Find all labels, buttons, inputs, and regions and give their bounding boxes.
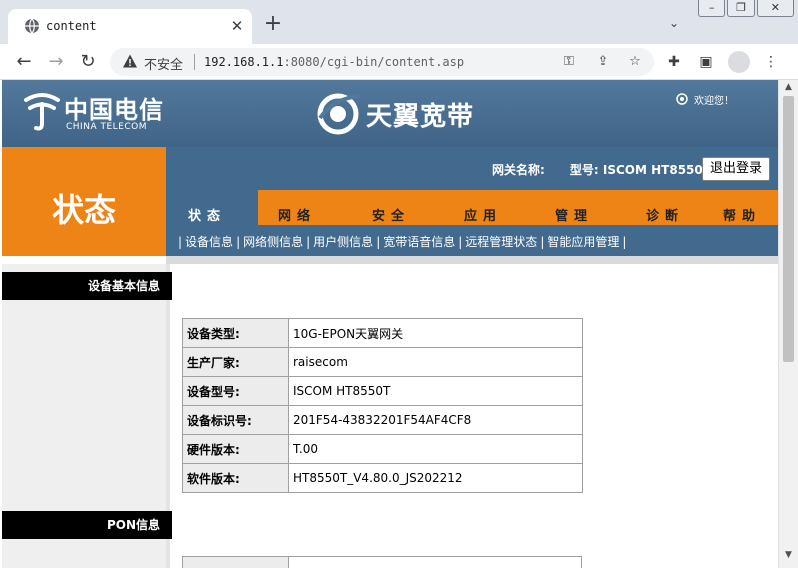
menu-kebab-icon[interactable]: ⋮ xyxy=(761,52,781,72)
url-path: :8080/cgi-bin/content.asp xyxy=(283,55,465,69)
address-bar[interactable]: 不安全 192.168.1.1:8080/cgi-bin/content.asp… xyxy=(110,48,654,76)
table-row: 设备型号: ISCOM HT8550T xyxy=(182,376,583,406)
subnav-user-info[interactable]: 用户侧信息 xyxy=(313,235,373,249)
china-telecom-logo: 中国电信 CHINA TELECOM xyxy=(20,86,170,142)
browser-tab-strip: content ✕ + ⌄ – ❐ ✕ xyxy=(0,0,798,44)
tab-diagnostics[interactable]: 诊断 xyxy=(646,205,684,224)
info-value: 10G-EPON天翼网关 xyxy=(288,318,583,348)
tianyi-mark-icon xyxy=(317,93,361,135)
sub-nav-row: | 设备信息 | 网络侧信息 | 用户侧信息 | 宽带语音信息 | 远程管理状态 | 智能应用管理 | xyxy=(178,235,627,249)
reload-icon[interactable]: ↻ xyxy=(76,50,100,74)
subnav-remote-mgmt[interactable]: 远程管理状态 xyxy=(465,235,537,249)
tab-close-icon[interactable]: ✕ xyxy=(227,16,247,36)
info-label: 硬件版本: xyxy=(182,434,289,464)
section-pon-info: PON信息 xyxy=(2,511,172,539)
subnav-smart-app[interactable]: 智能应用管理 xyxy=(547,235,619,249)
main-nav: 状态 网络 安全 应用 管理 诊断 帮助 xyxy=(166,190,778,225)
table-row: 软件版本: HT8550T_V4.80.0_JS202212 xyxy=(182,463,583,493)
status-block: 状态 xyxy=(2,147,166,256)
info-value: T.00 xyxy=(288,434,583,464)
tab-title: content xyxy=(46,19,97,33)
china-telecom-mark-icon xyxy=(24,93,60,131)
window-close-icon[interactable]: ✕ xyxy=(756,0,794,17)
welcome-icon xyxy=(676,93,688,105)
restore-icon[interactable]: ❐ xyxy=(727,0,755,17)
tab-management[interactable]: 管理 xyxy=(555,205,593,224)
info-label: 生产厂家: xyxy=(182,347,289,377)
window-controls: – ❐ ✕ xyxy=(698,0,794,18)
warning-icon xyxy=(123,54,137,68)
brand-cn: 中国电信 xyxy=(64,95,164,124)
gateway-info: 网关名称: 型号: ISCOM HT8550T xyxy=(492,161,711,178)
back-arrow-icon[interactable]: ← xyxy=(12,50,36,74)
gateway-model-label: 型号: xyxy=(569,163,599,177)
info-label: 设备标识号: xyxy=(182,405,289,435)
chevron-down-icon[interactable]: ⌄ xyxy=(666,16,682,32)
gateway-bar: 网关名称: 型号: ISCOM HT8550T 退出登录 xyxy=(166,147,778,190)
table-row: 设备类型: 10G-EPON天翼网关 xyxy=(182,318,583,348)
scroll-up-icon[interactable]: ▲ xyxy=(779,82,798,96)
page-scrollbar[interactable]: ▲ ▼ xyxy=(778,80,798,568)
info-value: HT8550T_V4.80.0_JS202212 xyxy=(288,463,583,493)
subnav-device-info[interactable]: 设备信息 xyxy=(185,235,233,249)
side-panel-icon[interactable]: ▣ xyxy=(696,52,716,72)
star-icon[interactable]: ☆ xyxy=(626,53,644,71)
product-name: 天翼宽带 xyxy=(366,102,475,132)
logout-button[interactable]: 退出登录 xyxy=(702,157,770,181)
info-value: raisecom xyxy=(288,347,583,377)
info-label: 设备型号: xyxy=(182,376,289,406)
table-row: 硬件版本: T.00 xyxy=(182,434,583,464)
key-icon[interactable]: ⚿ xyxy=(560,53,578,71)
table-row: 设备标识号: 201F54-43832201F54AF4CF8 xyxy=(182,405,583,435)
url-host: 192.168.1.1 xyxy=(204,55,284,69)
pon-info-table xyxy=(182,556,582,568)
gateway-name-label: 网关名称: xyxy=(492,163,545,177)
info-value: 201F54-43832201F54AF4CF8 xyxy=(288,405,583,435)
section-basic-info: 设备基本信息 xyxy=(2,272,172,300)
info-value: ISCOM HT8550T xyxy=(288,376,583,406)
insecure-label: 不安全 xyxy=(144,58,184,73)
gateway-model-value: ISCOM HT8550T xyxy=(602,163,711,177)
minimize-icon[interactable]: – xyxy=(698,0,726,17)
scroll-thumb[interactable] xyxy=(783,96,794,362)
tab-help[interactable]: 帮助 xyxy=(723,205,761,224)
new-tab-button[interactable]: + xyxy=(262,13,284,36)
profile-avatar[interactable] xyxy=(728,51,750,73)
sub-nav: | 设备信息 | 网络侧信息 | 用户侧信息 | 宽带语音信息 | 远程管理状态 | 智能应用管理 | xyxy=(166,225,778,256)
subnav-voice-info[interactable]: 宽带语音信息 xyxy=(383,235,455,249)
globe-icon xyxy=(25,18,39,34)
page-title: 状态 xyxy=(51,191,116,229)
top-banner: 中国电信 CHINA TELECOM 天翼宽带 欢迎您！ xyxy=(2,80,778,147)
tab-application[interactable]: 应用 xyxy=(464,205,502,224)
share-icon[interactable]: ⇪ xyxy=(594,53,612,71)
subnav-network-info[interactable]: 网络侧信息 xyxy=(243,235,303,249)
scroll-down-icon[interactable]: ▼ xyxy=(779,550,798,564)
tianyi-broadband-logo: 天翼宽带 xyxy=(314,84,474,142)
content-divider xyxy=(166,256,778,264)
table-row: 生产厂家: raisecom xyxy=(182,347,583,377)
tab-network[interactable]: 网络 xyxy=(278,205,316,224)
tab-status[interactable]: 状态 xyxy=(188,205,226,224)
forward-arrow-icon[interactable]: → xyxy=(44,50,68,74)
browser-toolbar: ← → ↻ 不安全 192.168.1.1:8080/cgi-bin/conte… xyxy=(0,44,798,80)
tab-security[interactable]: 安全 xyxy=(372,205,410,224)
brand-en: CHINA TELECOM xyxy=(66,122,147,132)
pon-table-label-cell xyxy=(183,557,289,568)
welcome-text: 欢迎您！ xyxy=(694,96,734,107)
device-info-table: 设备类型: 10G-EPON天翼网关 生产厂家: raisecom 设备型号: ISC… xyxy=(182,318,583,493)
router-page: 中国电信 CHINA TELECOM 天翼宽带 欢迎您！ 状态 网关名称: 型号… xyxy=(2,80,778,568)
url-text[interactable]: 192.168.1.1:8080/cgi-bin/content.asp xyxy=(204,55,464,69)
info-label: 软件版本: xyxy=(182,463,289,493)
extensions-icon[interactable]: ✚ xyxy=(664,52,684,72)
browser-tab[interactable]: content ✕ xyxy=(8,9,252,44)
info-label: 设备类型: xyxy=(182,318,289,348)
address-separator xyxy=(194,54,195,70)
